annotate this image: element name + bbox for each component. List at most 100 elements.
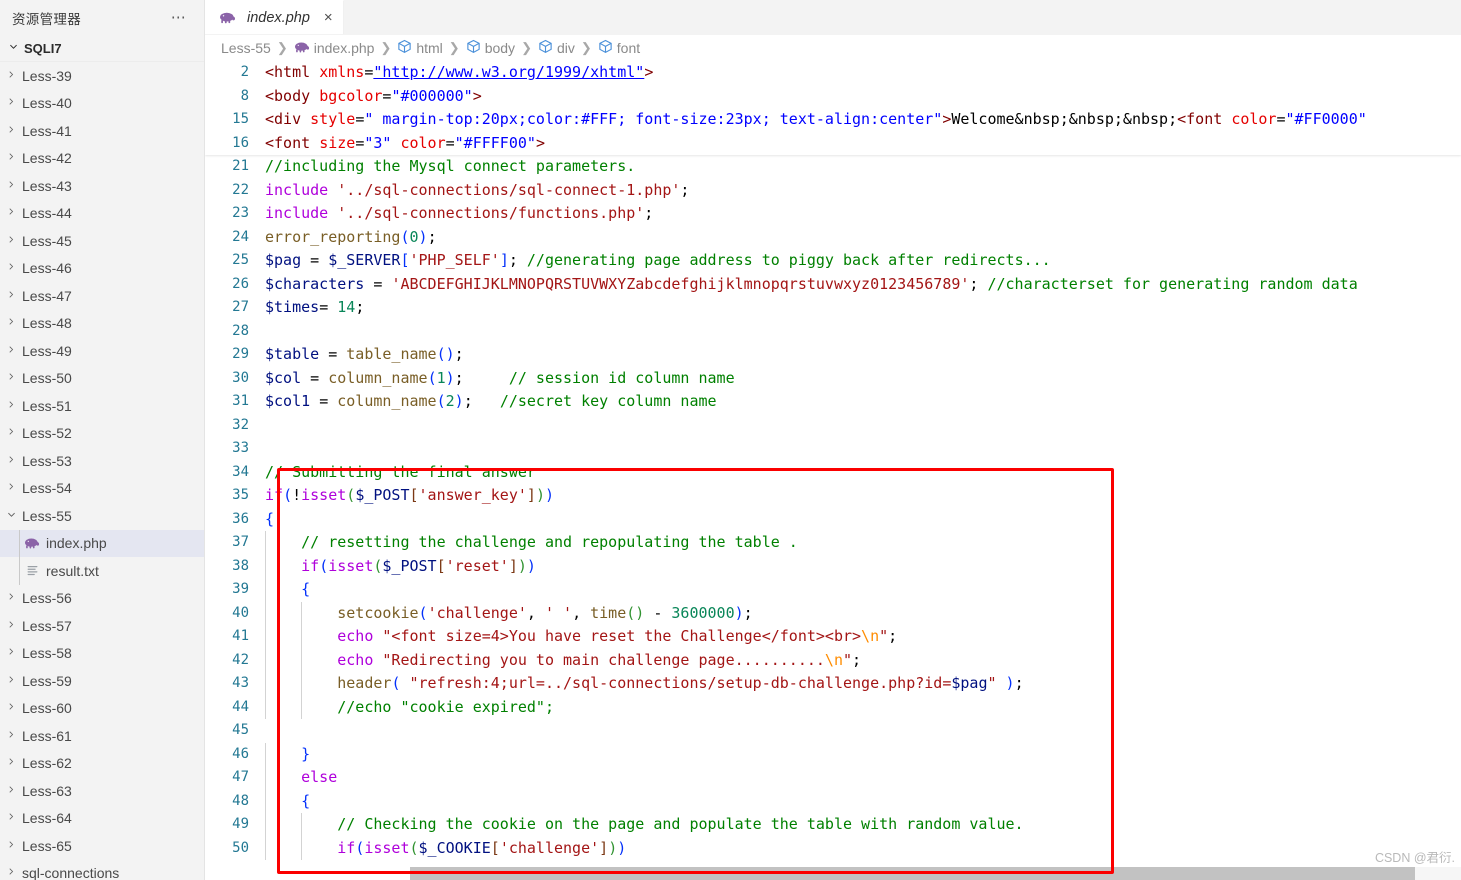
- tree-item-less-61[interactable]: Less-61: [0, 722, 204, 750]
- code-line[interactable]: 50 if(isset($_COOKIE['challenge'])): [205, 836, 1461, 860]
- chevron-right-icon[interactable]: [0, 729, 22, 743]
- chevron-right-icon[interactable]: [0, 646, 22, 660]
- chevron-right-icon[interactable]: [0, 454, 22, 468]
- breadcrumb-item-body[interactable]: body: [466, 39, 515, 57]
- code-line[interactable]: 22 include '../sql-connections/sql-connec…: [205, 179, 1461, 203]
- chevron-right-icon[interactable]: [0, 426, 22, 440]
- chevron-right-icon[interactable]: [0, 151, 22, 165]
- tree-item-less-59[interactable]: Less-59: [0, 667, 204, 695]
- tree-item-less-39[interactable]: Less-39: [0, 62, 204, 90]
- code-line[interactable]: 27 $times= 14;: [205, 296, 1461, 320]
- chevron-right-icon[interactable]: [0, 206, 22, 220]
- breadcrumb[interactable]: Less-55 ❯ index.php ❯ html ❯ body ❯ div ❯ font: [205, 35, 1461, 61]
- code-line[interactable]: 41 echo "<font size=4>You have reset the…: [205, 625, 1461, 649]
- breadcrumb-item-index-php[interactable]: index.php: [294, 40, 374, 56]
- tree-item-less-47[interactable]: Less-47: [0, 282, 204, 310]
- chevron-right-icon[interactable]: [0, 784, 22, 798]
- tree-item-less-52[interactable]: Less-52: [0, 420, 204, 448]
- chevron-right-icon[interactable]: [0, 674, 22, 688]
- chevron-right-icon[interactable]: [0, 866, 22, 880]
- chevron-down-icon[interactable]: [0, 509, 22, 523]
- code-line[interactable]: 38 if(isset($_POST['reset'])): [205, 554, 1461, 578]
- tree-item-less-42[interactable]: Less-42: [0, 145, 204, 173]
- tree-item-less-50[interactable]: Less-50: [0, 365, 204, 393]
- chevron-right-icon[interactable]: [0, 481, 22, 495]
- breadcrumb-item-div[interactable]: div: [538, 39, 575, 57]
- code-line[interactable]: 40 setcookie('challenge', ' ', time() - …: [205, 601, 1461, 625]
- horizontal-scrollbar[interactable]: [410, 867, 1461, 880]
- code-editor[interactable]: 2 <html xmlns="http://www.w3.org/1999/xht…: [205, 61, 1461, 880]
- tree-item-less-63[interactable]: Less-63: [0, 777, 204, 805]
- tree-item-less-44[interactable]: Less-44: [0, 200, 204, 228]
- code-line[interactable]: 42 echo "Redirecting you to main challen…: [205, 648, 1461, 672]
- code-line[interactable]: 44 //echo "cookie expired";: [205, 695, 1461, 719]
- code-line[interactable]: 39 {: [205, 578, 1461, 602]
- tree-item-less-54[interactable]: Less-54: [0, 475, 204, 503]
- tree-item-sql-connections[interactable]: sql-connections: [0, 860, 204, 880]
- code-line[interactable]: 33: [205, 437, 1461, 461]
- chevron-right-icon[interactable]: [0, 234, 22, 248]
- tree-item-less-58[interactable]: Less-58: [0, 640, 204, 668]
- code-line[interactable]: 36 {: [205, 508, 1461, 532]
- tree-item-less-41[interactable]: Less-41: [0, 117, 204, 145]
- close-icon[interactable]: ×: [324, 10, 333, 25]
- code-line[interactable]: 45: [205, 719, 1461, 743]
- tree-item-less-45[interactable]: Less-45: [0, 227, 204, 255]
- chevron-right-icon[interactable]: [0, 619, 22, 633]
- tree-item-less-57[interactable]: Less-57: [0, 612, 204, 640]
- code-lines-region[interactable]: 21 //including the Mysql connect paramete…: [205, 155, 1461, 860]
- code-line[interactable]: 2 <html xmlns="http://www.w3.org/1999/xht…: [205, 61, 1461, 85]
- explorer-root-folder[interactable]: SQLI7: [0, 35, 204, 62]
- chevron-right-icon[interactable]: [0, 69, 22, 83]
- tree-item-less-53[interactable]: Less-53: [0, 447, 204, 475]
- chevron-right-icon[interactable]: [0, 701, 22, 715]
- tree-item-less-40[interactable]: Less-40: [0, 90, 204, 118]
- chevron-right-icon[interactable]: [0, 344, 22, 358]
- code-line[interactable]: 48 {: [205, 789, 1461, 813]
- chevron-right-icon[interactable]: [0, 316, 22, 330]
- chevron-right-icon[interactable]: [0, 371, 22, 385]
- code-line[interactable]: 15 <div style=" margin-top:20px;color:#FF…: [205, 108, 1461, 132]
- code-line[interactable]: 8 <body bgcolor="#000000">: [205, 85, 1461, 109]
- breadcrumb-item-font[interactable]: font: [598, 39, 640, 57]
- scrollbar-thumb[interactable]: [410, 867, 1415, 880]
- tree-item-index-php[interactable]: index.php: [0, 529, 204, 557]
- tree-item-less-49[interactable]: Less-49: [0, 337, 204, 365]
- chevron-right-icon[interactable]: [0, 756, 22, 770]
- code-line[interactable]: 31 $col1 = column_name(2); //secret key c…: [205, 390, 1461, 414]
- chevron-right-icon[interactable]: [0, 591, 22, 605]
- tree-item-less-46[interactable]: Less-46: [0, 255, 204, 283]
- code-line[interactable]: 43 header( "refresh:4;url=../sql-connect…: [205, 672, 1461, 696]
- code-line[interactable]: 21 //including the Mysql connect paramete…: [205, 155, 1461, 179]
- breadcrumb-item-html[interactable]: html: [397, 39, 443, 57]
- code-line[interactable]: 26 $characters = 'ABCDEFGHIJKLMNOPQRSTUVW…: [205, 273, 1461, 297]
- code-line[interactable]: 34 // Submitting the final answer: [205, 461, 1461, 485]
- code-line[interactable]: 35 if(!isset($_POST['answer_key'])): [205, 484, 1461, 508]
- code-line[interactable]: 46 }: [205, 742, 1461, 766]
- tree-item-less-55[interactable]: Less-55: [0, 502, 204, 530]
- tab-index-php[interactable]: index.php ×: [205, 0, 344, 34]
- chevron-right-icon[interactable]: [0, 399, 22, 413]
- chevron-right-icon[interactable]: [0, 124, 22, 138]
- code-line[interactable]: 30 $col = column_name(1); // session id c…: [205, 367, 1461, 391]
- tree-item-less-62[interactable]: Less-62: [0, 750, 204, 778]
- code-line[interactable]: 23 include '../sql-connections/functions.…: [205, 202, 1461, 226]
- code-line[interactable]: 28: [205, 320, 1461, 344]
- tree-item-less-65[interactable]: Less-65: [0, 832, 204, 860]
- chevron-right-icon[interactable]: [0, 289, 22, 303]
- code-line[interactable]: 24 error_reporting(0);: [205, 226, 1461, 250]
- code-line[interactable]: 32: [205, 414, 1461, 438]
- breadcrumb-item-less-55[interactable]: Less-55: [221, 40, 271, 56]
- code-line[interactable]: 16 <font size="3" color="#FFFF00">: [205, 132, 1461, 156]
- tree-item-less-60[interactable]: Less-60: [0, 695, 204, 723]
- tree-item-less-51[interactable]: Less-51: [0, 392, 204, 420]
- chevron-right-icon[interactable]: [0, 811, 22, 825]
- code-line[interactable]: 49 // Checking the cookie on the page an…: [205, 813, 1461, 837]
- tree-item-less-48[interactable]: Less-48: [0, 310, 204, 338]
- code-line[interactable]: 47 else: [205, 766, 1461, 790]
- code-line[interactable]: 37 // resetting the challenge and repopu…: [205, 531, 1461, 555]
- chevron-right-icon[interactable]: [0, 96, 22, 110]
- code-line[interactable]: 29 $table = table_name();: [205, 343, 1461, 367]
- file-tree[interactable]: Less-39 Less-40 Less-41 Less-42 Less-43 Less-…: [0, 62, 204, 880]
- chevron-right-icon[interactable]: [0, 261, 22, 275]
